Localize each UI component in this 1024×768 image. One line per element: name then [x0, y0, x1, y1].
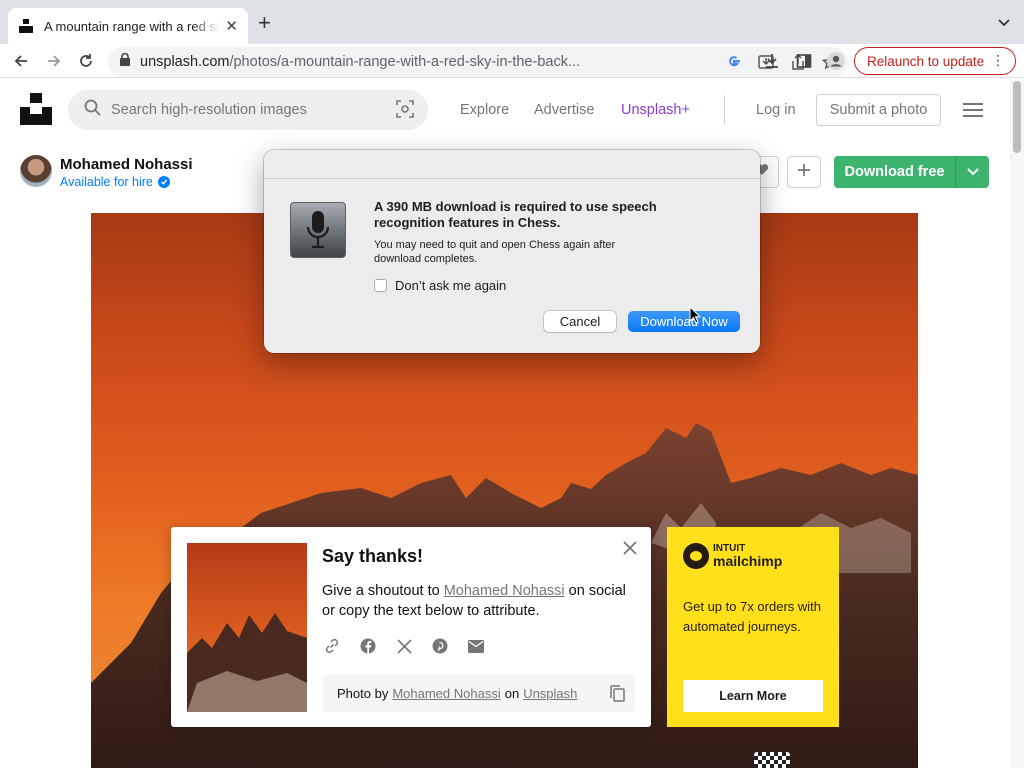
google-lens-icon[interactable]: [724, 52, 744, 72]
ad-brand-top: INTUIT: [713, 542, 746, 554]
nav-unsplash-plus[interactable]: Unsplash+: [621, 102, 690, 118]
attribution-site-link[interactable]: Unsplash: [523, 686, 577, 701]
thanks-text: Give a shoutout to Mohamed Nohassi on so…: [322, 581, 642, 621]
dialog-titlebar[interactable]: [264, 150, 760, 179]
plus-icon: [797, 163, 811, 182]
download-free-button[interactable]: Download free: [834, 156, 955, 188]
login-link[interactable]: Log in: [756, 102, 796, 118]
attribution-box[interactable]: Photo by Mohamed Nohassi on Unsplash: [323, 675, 635, 712]
mouse-pointer-icon: [689, 305, 702, 324]
thanks-title: Say thanks!: [322, 546, 424, 566]
site-header: Search high-resolution images Explore Ad…: [0, 79, 1010, 141]
dialog-body: You may need to quit and open Chess agai…: [374, 239, 616, 265]
visual-search-icon[interactable]: [396, 100, 414, 123]
copy-icon[interactable]: [610, 685, 625, 705]
pinterest-icon[interactable]: [432, 638, 448, 654]
thanks-author-link[interactable]: Mohamed Nohassi: [444, 583, 565, 599]
hire-label: Available for hire: [60, 175, 153, 189]
x-twitter-icon[interactable]: [396, 638, 412, 654]
unsplash-favicon-icon: [18, 18, 34, 34]
add-to-collection-button[interactable]: [787, 156, 821, 188]
search-input[interactable]: Search high-resolution images: [111, 102, 307, 118]
checkbox-box[interactable]: [374, 279, 387, 292]
attribution-author-link[interactable]: Mohamed Nohassi: [392, 686, 500, 701]
tab-close-icon[interactable]: ✕: [225, 17, 238, 35]
menu-icon[interactable]: [963, 103, 983, 117]
downloads-icon[interactable]: [761, 50, 783, 72]
url-domain: unsplash.com: [140, 54, 230, 70]
ad-brand-bottom: mailchimp: [713, 552, 783, 569]
search-bar[interactable]: Search high-resolution images: [68, 90, 428, 130]
header-divider: [724, 95, 725, 125]
search-icon: [84, 99, 101, 121]
checkbox-label: Don’t ask me again: [395, 278, 507, 293]
chevron-down-icon: [966, 163, 979, 181]
download-now-button[interactable]: Download Now: [628, 311, 740, 332]
close-icon[interactable]: [621, 539, 639, 557]
freddie-icon: [683, 543, 709, 569]
reload-icon[interactable]: [75, 50, 97, 72]
link-icon[interactable]: [324, 638, 340, 654]
download-options-button[interactable]: [955, 156, 989, 188]
tab-strip: A mountain range with a red sky in the b…: [0, 0, 1024, 44]
mailchimp-logo: INTUIT mailchimp: [683, 543, 782, 569]
verified-check-icon: [157, 176, 170, 188]
back-icon[interactable]: [10, 50, 32, 72]
more-vert-icon[interactable]: ⋮: [991, 53, 1005, 67]
browser-toolbar: unsplash.com/photos/a-mountain-range-wit…: [0, 44, 1024, 78]
submit-photo-button[interactable]: Submit a photo: [816, 94, 941, 126]
chess-dock-icon[interactable]: [754, 752, 790, 768]
url-path: /photos/a-mountain-range-with-a-red-sky-…: [229, 54, 581, 70]
author-name[interactable]: Mohamed Nohassi: [60, 156, 193, 173]
nav-advertise[interactable]: Advertise: [534, 102, 594, 118]
dont-ask-again-checkbox[interactable]: Don’t ask me again: [374, 278, 506, 293]
scrollbar-thumb[interactable]: [1013, 81, 1021, 153]
avatar[interactable]: [20, 155, 52, 187]
nav-explore[interactable]: Explore: [460, 102, 509, 118]
forward-icon[interactable]: [43, 50, 65, 72]
learn-more-button[interactable]: Learn More: [683, 680, 823, 712]
dialog-heading: A 390 MB download is required to use spe…: [374, 199, 657, 230]
cancel-button[interactable]: Cancel: [544, 311, 616, 332]
profile-icon[interactable]: [825, 50, 847, 72]
attribution-prefix: Photo by: [337, 686, 389, 701]
page-scrollbar[interactable]: [1010, 79, 1024, 768]
available-for-hire[interactable]: Available for hire: [60, 175, 170, 189]
relaunch-label: Relaunch to update: [867, 53, 985, 69]
email-icon[interactable]: [468, 638, 484, 654]
lock-icon: [120, 52, 130, 71]
url-text: unsplash.com/photos/a-mountain-range-wit…: [140, 54, 600, 70]
tab-search-chevron-icon[interactable]: [998, 14, 1010, 32]
tab-title: A mountain range with a red sky in the b…: [43, 18, 220, 34]
relaunch-button[interactable]: Relaunch to update ⋮: [854, 47, 1016, 75]
say-thanks-card: Say thanks! Give a shoutout to Mohamed N…: [171, 527, 651, 727]
thanks-text-before: Give a shoutout to: [322, 583, 440, 599]
address-bar[interactable]: unsplash.com/photos/a-mountain-range-wit…: [108, 47, 848, 77]
photo-thumbnail: [187, 543, 307, 712]
ad-copy: Get up to 7x orders with automated journ…: [683, 599, 822, 634]
share-icons: [324, 638, 484, 654]
microphone-icon: [290, 202, 346, 258]
attribution-on: on: [504, 686, 520, 701]
facebook-icon[interactable]: [360, 638, 376, 654]
unsplash-logo[interactable]: [20, 93, 52, 125]
side-panel-icon[interactable]: [793, 50, 815, 72]
speech-download-dialog: A 390 MB download is required to use spe…: [264, 150, 760, 353]
browser-tab[interactable]: A mountain range with a red sky in the b…: [8, 8, 248, 44]
new-tab-icon[interactable]: +: [258, 12, 271, 34]
mailchimp-ad[interactable]: INTUIT mailchimp Get up to 7x orders wit…: [667, 527, 839, 727]
